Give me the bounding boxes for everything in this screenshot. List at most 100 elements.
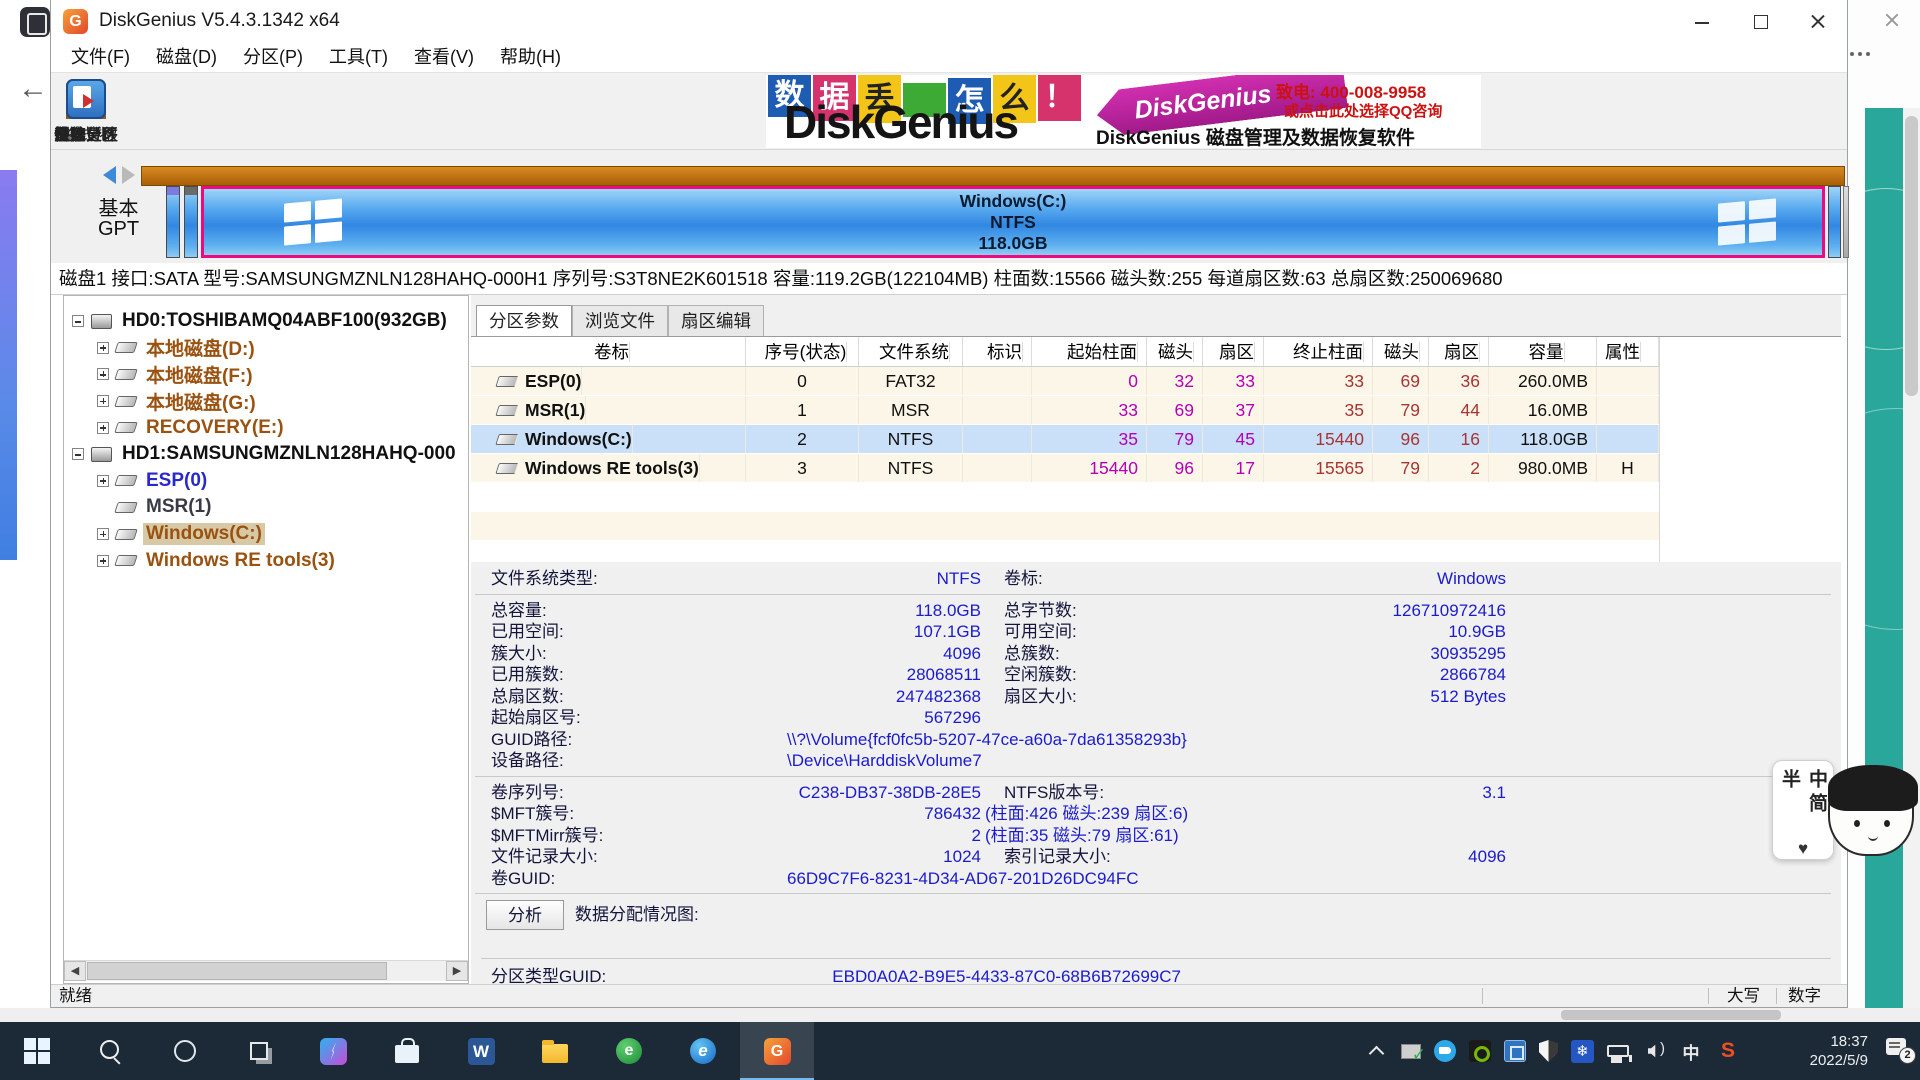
partition-block-re-tools[interactable] xyxy=(1828,186,1841,258)
table-header-cell[interactable]: 卷标 xyxy=(471,337,746,366)
tree-expander-icon[interactable] xyxy=(72,448,84,460)
background-vertical-scrollbar[interactable] xyxy=(1903,108,1920,1008)
minimize-button[interactable] xyxy=(1673,0,1731,42)
scroll-left-icon[interactable]: ◀ xyxy=(64,961,86,981)
tab[interactable]: 分区参数 xyxy=(476,305,572,336)
table-header-cell[interactable]: 磁头 xyxy=(1373,337,1429,366)
partition-block-windows-c[interactable]: Windows(C:) NTFS 118.0GB xyxy=(201,186,1825,258)
table-header-cell[interactable]: 标识 xyxy=(963,337,1032,366)
tray-battery[interactable] xyxy=(1607,1045,1629,1057)
browser-green[interactable] xyxy=(592,1022,666,1080)
partition-block-msr[interactable] xyxy=(184,186,198,258)
pendant-cartoon-face[interactable] xyxy=(1828,766,1916,860)
prev-disk-arrow-icon[interactable] xyxy=(94,166,116,184)
maximize-button[interactable] xyxy=(1731,0,1789,42)
diskgenius[interactable] xyxy=(740,1022,814,1080)
tree-item[interactable]: RECOVERY(E:) xyxy=(64,414,468,441)
tray-chevron-up[interactable] xyxy=(1364,1039,1388,1063)
menu-item[interactable]: 磁盘(D) xyxy=(143,42,230,72)
disk-header-strip[interactable] xyxy=(141,166,1845,186)
task-view[interactable] xyxy=(222,1022,296,1080)
partition-block-free[interactable] xyxy=(1843,186,1849,258)
menu-item[interactable]: 帮助(H) xyxy=(487,42,574,72)
tray-nvidia[interactable] xyxy=(1469,1040,1491,1062)
tree-expander-icon[interactable] xyxy=(97,395,109,407)
tray-sogou[interactable]: S xyxy=(1716,1039,1740,1063)
tray-bird-app[interactable] xyxy=(1434,1040,1456,1062)
tree-expander-icon[interactable] xyxy=(97,528,109,540)
menu-item[interactable]: 分区(P) xyxy=(230,42,316,72)
cortana[interactable] xyxy=(148,1022,222,1080)
tree-item[interactable]: 本地磁盘(F:) xyxy=(64,361,468,388)
back-arrow-icon[interactable]: ← xyxy=(18,74,48,104)
tree-item[interactable]: HD0:TOSHIBAMQ04ABF100(932GB) xyxy=(64,308,468,335)
scroll-right-icon[interactable]: ▶ xyxy=(446,961,468,981)
table-header-cell[interactable]: 终止柱面 xyxy=(1264,337,1373,366)
tree-item[interactable]: MSR(1) xyxy=(64,494,468,521)
tree-item[interactable]: Windows(C:) xyxy=(64,521,468,548)
edge[interactable] xyxy=(666,1022,740,1080)
menu-item[interactable]: 工具(T) xyxy=(316,42,401,72)
tray-security-shield[interactable] xyxy=(1539,1040,1558,1062)
table-row[interactable]: ESP(0) 0 FAT32 0 32 33 33 69 36 260.0MB xyxy=(471,367,1659,396)
partition-block-esp[interactable] xyxy=(166,186,180,258)
ad-pendant[interactable]: 中简半 ♥ xyxy=(1772,760,1920,865)
table-header-cell[interactable]: 扇区 xyxy=(1429,337,1489,366)
table-row[interactable]: Windows RE tools(3) 3 NTFS 15440 96 17 1… xyxy=(471,454,1659,483)
tree-item[interactable]: 本地磁盘(G:) xyxy=(64,388,468,415)
table-row[interactable]: Windows(C:) 2 NTFS 35 79 45 15440 96 16 … xyxy=(471,425,1659,454)
background-horizontal-scrollbar[interactable] xyxy=(0,1008,1920,1022)
scrollbar-thumb[interactable] xyxy=(1905,116,1918,396)
tree-expander-icon[interactable] xyxy=(97,368,109,380)
analyze-button[interactable]: 分析 xyxy=(486,900,564,930)
tree-expander-icon[interactable] xyxy=(97,475,109,487)
word[interactable] xyxy=(444,1022,518,1080)
menu-item[interactable]: 文件(F) xyxy=(58,42,143,72)
table-header-cell[interactable]: 扇区 xyxy=(1203,337,1264,366)
detail-label: 总扇区数: xyxy=(491,686,564,708)
ad-banner[interactable]: 数据丢怎么！ DiskGenius DiskGenius 致电: 400-008… xyxy=(766,75,1481,148)
ad-qq-link[interactable]: 或点击此处选择QQ咨询 xyxy=(1284,100,1481,121)
file-explorer[interactable] xyxy=(518,1022,592,1080)
tree-item[interactable]: Windows RE tools(3) xyxy=(64,547,468,574)
toolbar-button[interactable]: 系统迁移 xyxy=(51,77,121,145)
notification-center-icon[interactable]: 2 xyxy=(1886,1036,1912,1060)
store[interactable] xyxy=(370,1022,444,1080)
tree-expander-icon[interactable] xyxy=(72,315,84,327)
table-header-cell[interactable]: 容量 xyxy=(1489,337,1597,366)
tray-volume[interactable] xyxy=(1642,1039,1666,1063)
table-header-cell[interactable]: 起始柱面 xyxy=(1032,337,1147,366)
tab[interactable]: 扇区编辑 xyxy=(668,305,764,336)
tree-item[interactable]: ESP(0) xyxy=(64,468,468,495)
tray-intel-graphics[interactable] xyxy=(1504,1040,1526,1062)
scrollbar-thumb[interactable] xyxy=(87,962,387,980)
tray-ime[interactable]: 中 xyxy=(1679,1039,1703,1063)
tree-expander-icon[interactable] xyxy=(97,555,109,567)
overflow-menu-icon[interactable] xyxy=(1850,52,1876,60)
tab[interactable]: 浏览文件 xyxy=(572,305,668,336)
table-row[interactable]: MSR(1) 1 MSR 33 69 37 35 79 44 16.0MB xyxy=(471,396,1659,425)
drive-icon xyxy=(114,342,138,353)
app-flash[interactable] xyxy=(296,1022,370,1080)
background-window-tab-icon[interactable] xyxy=(20,7,50,37)
start[interactable] xyxy=(0,1022,74,1080)
table-header-cell[interactable]: 磁头 xyxy=(1147,337,1203,366)
pendant-card[interactable]: 中简半 ♥ xyxy=(1772,760,1834,860)
scrollbar-thumb[interactable] xyxy=(1561,1010,1781,1020)
tree-expander-icon[interactable] xyxy=(97,422,109,434)
tree-expander-icon[interactable] xyxy=(97,342,109,354)
table-header-cell[interactable]: 文件系统 xyxy=(859,337,963,366)
background-close-icon[interactable] xyxy=(1884,12,1900,28)
close-button[interactable] xyxy=(1789,0,1847,42)
table-header-cell[interactable]: 序号(状态) xyxy=(746,337,859,366)
tree-item[interactable]: 本地磁盘(D:) xyxy=(64,335,468,362)
table-header-cell[interactable]: 属性 xyxy=(1597,337,1659,366)
taskbar-clock[interactable]: 18:37 2022/5/9 xyxy=(1810,1022,1868,1080)
search[interactable] xyxy=(74,1022,148,1080)
menu-item[interactable]: 查看(V) xyxy=(401,42,487,72)
tree-item[interactable]: HD1:SAMSUNGMZNLN128HAHQ-000 xyxy=(64,441,468,468)
tray-snowflake-app[interactable] xyxy=(1571,1040,1594,1063)
sidebar-horizontal-scrollbar[interactable]: ◀ ▶ xyxy=(64,960,468,981)
tray-sync-check[interactable] xyxy=(1401,1044,1421,1059)
detail-value-2: 30935295 xyxy=(1171,643,1506,665)
